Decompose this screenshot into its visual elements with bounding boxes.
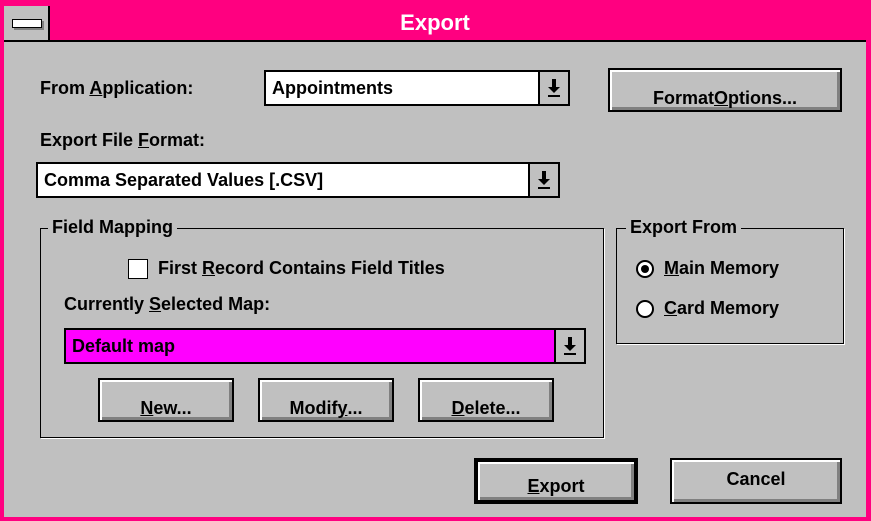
- first-record-checkbox-label[interactable]: First Record Contains Field Titles: [158, 258, 445, 279]
- label-part: ain Memory: [679, 258, 780, 278]
- export-button[interactable]: Export: [474, 458, 638, 504]
- label-part: Currently: [64, 294, 150, 314]
- export-file-format-label: Export File Format:: [40, 130, 205, 151]
- label-part: From: [40, 78, 90, 98]
- export-from-legend: Export From: [626, 217, 742, 238]
- dropdown-arrow-icon: [538, 171, 550, 189]
- button-mnemonic: y: [337, 398, 348, 418]
- currently-selected-map-label: Currently Selected Map:: [64, 294, 270, 315]
- button-label-part: Modif: [289, 398, 338, 418]
- export-from-group: [616, 228, 844, 344]
- first-record-checkbox[interactable]: [128, 259, 148, 279]
- dialog-body: From Application: Appointments Format Op…: [4, 42, 866, 517]
- from-application-value: Appointments: [272, 78, 393, 98]
- dropdown-arrow-icon: [548, 79, 560, 97]
- label-part: Export File: [40, 130, 139, 150]
- button-label-part: Format: [652, 88, 714, 108]
- card-memory-radio[interactable]: [636, 300, 654, 318]
- selected-map-dropdown-button[interactable]: [554, 330, 584, 362]
- modify-map-button[interactable]: Modify...: [258, 378, 394, 422]
- new-map-button[interactable]: New...: [98, 378, 234, 422]
- field-mapping-legend: Field Mapping: [48, 217, 177, 238]
- label-mnemonic: S: [149, 294, 162, 314]
- button-label-part: elete...: [464, 398, 521, 418]
- from-application-dropdown-button[interactable]: [538, 72, 568, 104]
- from-application-label: From Application:: [40, 78, 193, 99]
- dropdown-arrow-icon: [564, 337, 576, 355]
- selected-map-select[interactable]: Default map: [64, 328, 586, 364]
- format-options-button[interactable]: Format Options...: [608, 68, 842, 112]
- button-mnemonic: D: [451, 398, 465, 418]
- export-dialog: Export From Application: Appointments Fo…: [0, 0, 871, 521]
- card-memory-label[interactable]: Card Memory: [664, 298, 779, 319]
- label-part: ecord Contains Field Titles: [215, 258, 445, 278]
- button-mnemonic: E: [527, 476, 540, 496]
- button-label-part: ew...: [153, 398, 192, 418]
- from-application-select[interactable]: Appointments: [264, 70, 570, 106]
- label-mnemonic: A: [89, 78, 103, 98]
- main-memory-radio[interactable]: [636, 260, 654, 278]
- cancel-button[interactable]: Cancel: [670, 458, 842, 504]
- label-part: ard Memory: [677, 298, 780, 318]
- label-mnemonic: R: [202, 258, 216, 278]
- button-mnemonic: N: [140, 398, 154, 418]
- label-mnemonic: C: [664, 298, 677, 318]
- button-label-part: ...: [347, 398, 363, 418]
- title-bar: Export: [4, 6, 866, 42]
- selected-map-value: Default map: [72, 336, 176, 356]
- label-part: pplication:: [102, 78, 194, 98]
- button-mnemonic: O: [714, 88, 729, 108]
- label-mnemonic: F: [138, 130, 150, 150]
- label-mnemonic: M: [664, 258, 679, 278]
- button-label-part: ptions...: [728, 88, 798, 108]
- export-file-format-value: Comma Separated Values [.CSV]: [44, 170, 324, 190]
- radio-selected-dot: [641, 265, 649, 273]
- label-part: elected Map:: [161, 294, 271, 314]
- window-title: Export: [400, 10, 470, 35]
- delete-map-button[interactable]: Delete...: [418, 378, 554, 422]
- cancel-button-label: Cancel: [726, 469, 786, 489]
- button-label-part: xport: [539, 476, 585, 496]
- label-part: First: [158, 258, 203, 278]
- export-file-format-select[interactable]: Comma Separated Values [.CSV]: [36, 162, 560, 198]
- label-part: ormat:: [149, 130, 206, 150]
- main-memory-label[interactable]: Main Memory: [664, 258, 779, 279]
- export-file-format-dropdown-button[interactable]: [528, 164, 558, 196]
